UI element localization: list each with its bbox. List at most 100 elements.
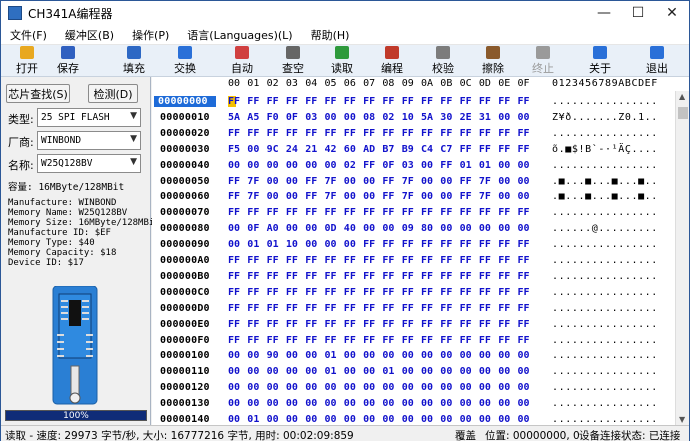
hex-byte[interactable]: 03 [305, 112, 321, 123]
hex-byte[interactable]: FF [402, 96, 418, 107]
hex-byte[interactable]: FF [518, 335, 534, 346]
hex-byte[interactable]: FF [228, 128, 244, 139]
hex-byte[interactable]: FF [518, 287, 534, 298]
hex-byte[interactable]: F5 [228, 144, 244, 155]
hex-byte[interactable]: FF [479, 319, 495, 330]
hex-byte[interactable]: 00 [363, 350, 379, 361]
toolbar-button[interactable]: 关于 [580, 45, 620, 77]
hex-byte[interactable]: 00 [286, 366, 302, 377]
hex-row[interactable]: 00000000 FF FF FF FF FF FF FF FF FF FF FF FF FF FF FF FF… [152, 95, 675, 109]
hex-byte[interactable]: FF [421, 287, 437, 298]
menu-item[interactable]: 语言(Languages)(L) [178, 27, 301, 43]
hex-byte[interactable]: 00 [286, 160, 302, 171]
hex-byte[interactable]: 09 [402, 223, 418, 234]
hex-byte[interactable]: 03 [402, 160, 418, 171]
hex-byte[interactable]: 7F [247, 191, 263, 202]
maximize-button[interactable]: ☐ [621, 1, 655, 25]
hex-byte[interactable]: 00 [363, 414, 379, 425]
hex-byte[interactable]: FF [460, 255, 476, 266]
scrollbar-thumb[interactable] [678, 107, 688, 119]
hex-byte[interactable]: 00 [421, 350, 437, 361]
hex-byte[interactable]: 21 [305, 144, 321, 155]
hex-byte[interactable]: 00 [440, 398, 456, 409]
hex-byte[interactable]: 31 [479, 112, 495, 123]
hex-byte[interactable]: 00 [247, 382, 263, 393]
hex-byte[interactable]: FF [305, 319, 321, 330]
hex-row[interactable]: 00000010 5A A5 F0 0F 03 00 00 08 02 10 5A 30 2E 31 00 00… [152, 111, 675, 125]
hex-byte[interactable]: 00 [305, 160, 321, 171]
hex-byte[interactable]: FF [344, 287, 360, 298]
hex-byte[interactable]: 00 [402, 414, 418, 425]
hex-byte[interactable]: 00 [344, 239, 360, 250]
hex-byte[interactable]: 00 [247, 366, 263, 377]
hex-byte[interactable]: 00 [325, 398, 341, 409]
hex-byte[interactable]: FF [498, 319, 514, 330]
hex-byte[interactable]: 01 [325, 366, 341, 377]
toolbar-button[interactable]: 填充 [114, 45, 154, 77]
hex-byte[interactable]: 00 [479, 414, 495, 425]
hex-byte[interactable]: 00 [479, 366, 495, 377]
hex-byte[interactable]: FF [305, 176, 321, 187]
hex-byte[interactable]: 00 [382, 382, 398, 393]
hex-byte[interactable]: 00 [518, 223, 534, 234]
hex-byte[interactable]: 00 [460, 414, 476, 425]
hex-byte[interactable]: 00 [498, 398, 514, 409]
hex-byte[interactable]: FF [247, 128, 263, 139]
hex-byte[interactable]: 01 [247, 239, 263, 250]
hex-byte[interactable]: 00 [228, 350, 244, 361]
hex-byte[interactable]: FF [421, 255, 437, 266]
toolbar-button[interactable]: 查空 [273, 45, 313, 77]
hex-byte[interactable]: FF [498, 303, 514, 314]
hex-byte[interactable]: FF [421, 96, 437, 107]
hex-byte[interactable]: FF [440, 319, 456, 330]
hex-byte[interactable]: FF [382, 287, 398, 298]
hex-byte[interactable]: 08 [363, 112, 379, 123]
hex-byte[interactable]: 00 [382, 398, 398, 409]
hex-byte[interactable]: FF [305, 207, 321, 218]
hex-byte[interactable]: FF [344, 96, 360, 107]
hex-byte[interactable]: FF [267, 303, 283, 314]
hex-byte[interactable]: 00 [267, 160, 283, 171]
hex-byte[interactable]: 00 [421, 176, 437, 187]
hex-byte[interactable]: FF [267, 287, 283, 298]
hex-byte[interactable]: 00 [402, 350, 418, 361]
hex-byte[interactable]: 00 [460, 350, 476, 361]
hex-byte[interactable]: 00 [363, 176, 379, 187]
vertical-scrollbar[interactable]: ▲ ▼ [675, 91, 689, 425]
hex-byte[interactable]: FF [460, 191, 476, 202]
toolbar-button[interactable]: 终止 [523, 45, 563, 77]
hex-row[interactable]: 00000050 FF 7F 00 00 FF 7F 00 00 FF 7F 00 00 FF 7F 00 00… [152, 175, 675, 189]
hex-byte[interactable]: FF [402, 287, 418, 298]
hex-byte[interactable]: 00 [518, 176, 534, 187]
hex-byte[interactable]: 01 [247, 414, 263, 425]
hex-byte[interactable]: 00 [344, 112, 360, 123]
hex-byte[interactable]: FF [267, 255, 283, 266]
hex-byte[interactable]: FF [247, 303, 263, 314]
hex-byte[interactable]: FF [421, 239, 437, 250]
hex-byte[interactable]: FF [267, 128, 283, 139]
hex-byte[interactable]: 00 [228, 398, 244, 409]
hex-byte[interactable]: FF [363, 319, 379, 330]
hex-byte[interactable]: FF [402, 319, 418, 330]
hex-byte[interactable]: FF [363, 271, 379, 282]
hex-row[interactable]: 00000020 FF FF FF FF FF FF FF FF FF FF FF FF FF FF FF FF… [152, 127, 675, 141]
hex-byte[interactable]: FF [440, 96, 456, 107]
hex-byte[interactable]: 00 [247, 144, 263, 155]
hex-byte[interactable]: FF [479, 271, 495, 282]
hex-byte[interactable]: 80 [421, 223, 437, 234]
hex-byte[interactable]: FF [382, 96, 398, 107]
hex-byte[interactable]: FF [382, 176, 398, 187]
hex-byte[interactable]: FF [228, 176, 244, 187]
hex-byte[interactable]: FF [421, 207, 437, 218]
hex-byte[interactable]: FF [479, 96, 495, 107]
hex-editor[interactable]: 00 01 02 03 04 05 06 07 08 09 0A 0B 0C 0D 0E 0F 01234567… [152, 77, 689, 425]
hex-byte[interactable]: 00 [247, 160, 263, 171]
hex-byte[interactable]: FF [382, 271, 398, 282]
hex-byte[interactable]: FF [421, 303, 437, 314]
hex-byte[interactable]: FF [382, 303, 398, 314]
toolbar-button[interactable]: 保存 [48, 45, 88, 77]
hex-byte[interactable]: FF [305, 303, 321, 314]
hex-byte[interactable]: FF [498, 287, 514, 298]
hex-byte[interactable]: 00 [382, 223, 398, 234]
chip-type-select[interactable]: 25 SPI FLASH ▼ [37, 108, 141, 127]
